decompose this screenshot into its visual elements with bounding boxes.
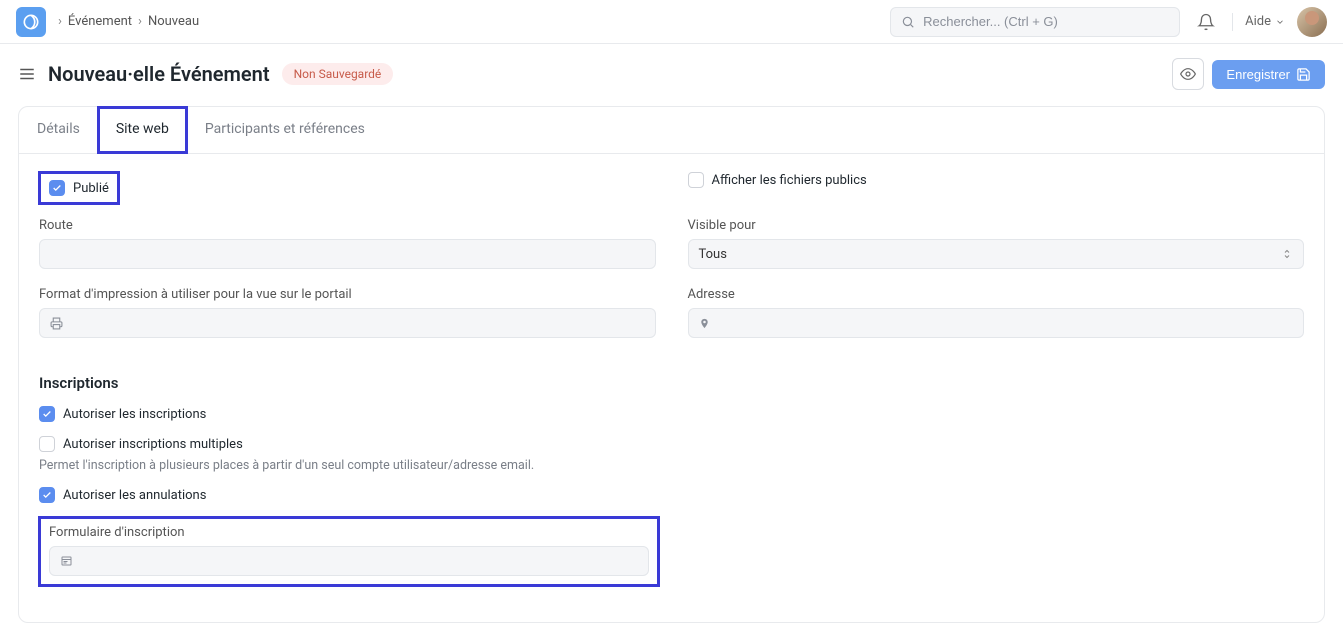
inscriptions-title: Inscriptions xyxy=(39,374,1304,392)
app-logo[interactable] xyxy=(16,7,46,37)
breadcrumb: › Événement › Nouveau xyxy=(58,14,199,29)
help-label: Aide xyxy=(1245,14,1271,29)
allow-cancel-checkbox[interactable] xyxy=(39,487,55,503)
print-format-label: Format d'impression à utiliser pour la v… xyxy=(39,287,656,302)
chevron-down-icon xyxy=(1275,17,1285,27)
check-icon xyxy=(42,409,52,419)
save-button[interactable]: Enregistrer xyxy=(1212,60,1325,89)
published-field[interactable]: Publié xyxy=(39,172,119,204)
check-icon xyxy=(52,183,62,193)
show-public-files-label: Afficher les fichiers publics xyxy=(712,173,867,188)
pin-icon xyxy=(699,317,710,330)
published-label: Publié xyxy=(73,181,109,196)
address-input[interactable] xyxy=(688,308,1305,338)
show-public-files-field[interactable]: Afficher les fichiers publics xyxy=(688,172,1305,188)
form-icon xyxy=(60,555,73,567)
allow-multiple-checkbox[interactable] xyxy=(39,436,55,452)
show-public-files-checkbox[interactable] xyxy=(688,172,704,188)
tab-participants[interactable]: Participants et références xyxy=(187,107,383,153)
page-header: Nouveau·elle Événement Non Sauvegardé En… xyxy=(0,44,1343,98)
registration-form-label: Formulaire d'inscription xyxy=(49,525,649,540)
route-input[interactable] xyxy=(39,239,656,269)
allow-multiple-label: Autoriser inscriptions multiples xyxy=(63,437,243,452)
print-format-input[interactable] xyxy=(39,308,656,338)
allow-multiple-field[interactable]: Autoriser inscriptions multiples xyxy=(39,436,1304,452)
tab-details[interactable]: Détails xyxy=(19,107,98,153)
allow-cancel-label: Autoriser les annulations xyxy=(63,488,206,503)
allow-cancel-field[interactable]: Autoriser les annulations xyxy=(39,487,1304,503)
tab-site-web[interactable]: Site web xyxy=(98,107,187,153)
select-icon xyxy=(1281,248,1293,260)
allow-registrations-checkbox[interactable] xyxy=(39,406,55,422)
check-icon xyxy=(42,490,52,500)
allow-multiple-help: Permet l'inscription à plusieurs places … xyxy=(39,458,1304,473)
bell-icon xyxy=(1197,13,1215,31)
notifications-button[interactable] xyxy=(1192,8,1220,36)
help-link[interactable]: Aide xyxy=(1245,14,1285,29)
save-icon xyxy=(1296,67,1311,82)
search-field[interactable] xyxy=(923,14,1169,29)
address-label: Adresse xyxy=(688,287,1305,302)
menu-icon xyxy=(18,65,36,83)
menu-toggle-button[interactable] xyxy=(18,65,36,83)
eye-icon xyxy=(1180,66,1196,82)
chevron-right-icon: › xyxy=(58,14,62,29)
breadcrumb-item[interactable]: Nouveau xyxy=(148,14,199,29)
avatar[interactable] xyxy=(1297,7,1327,37)
printer-icon xyxy=(50,317,63,330)
visible-for-select[interactable]: Tous xyxy=(688,239,1305,269)
preview-button[interactable] xyxy=(1172,58,1204,90)
divider xyxy=(1232,13,1233,31)
registration-form-input[interactable] xyxy=(49,546,649,576)
save-label: Enregistrer xyxy=(1226,67,1290,82)
search-icon xyxy=(901,15,915,29)
page-title: Nouveau·elle Événement xyxy=(48,62,270,86)
topbar: › Événement › Nouveau Aide xyxy=(0,0,1343,44)
visible-for-value: Tous xyxy=(699,247,727,262)
form-panel: Détails Site web Participants et référen… xyxy=(18,106,1325,623)
chevron-right-icon: › xyxy=(138,14,142,29)
allow-registrations-label: Autoriser les inscriptions xyxy=(63,407,206,422)
route-label: Route xyxy=(39,218,656,233)
allow-registrations-field[interactable]: Autoriser les inscriptions xyxy=(39,406,1304,422)
tabs: Détails Site web Participants et référen… xyxy=(19,107,1324,154)
search-input[interactable] xyxy=(890,7,1180,37)
published-checkbox[interactable] xyxy=(49,180,65,196)
status-badge: Non Sauvegardé xyxy=(282,63,394,85)
breadcrumb-item[interactable]: Événement xyxy=(68,14,132,29)
visible-for-label: Visible pour xyxy=(688,218,1305,233)
